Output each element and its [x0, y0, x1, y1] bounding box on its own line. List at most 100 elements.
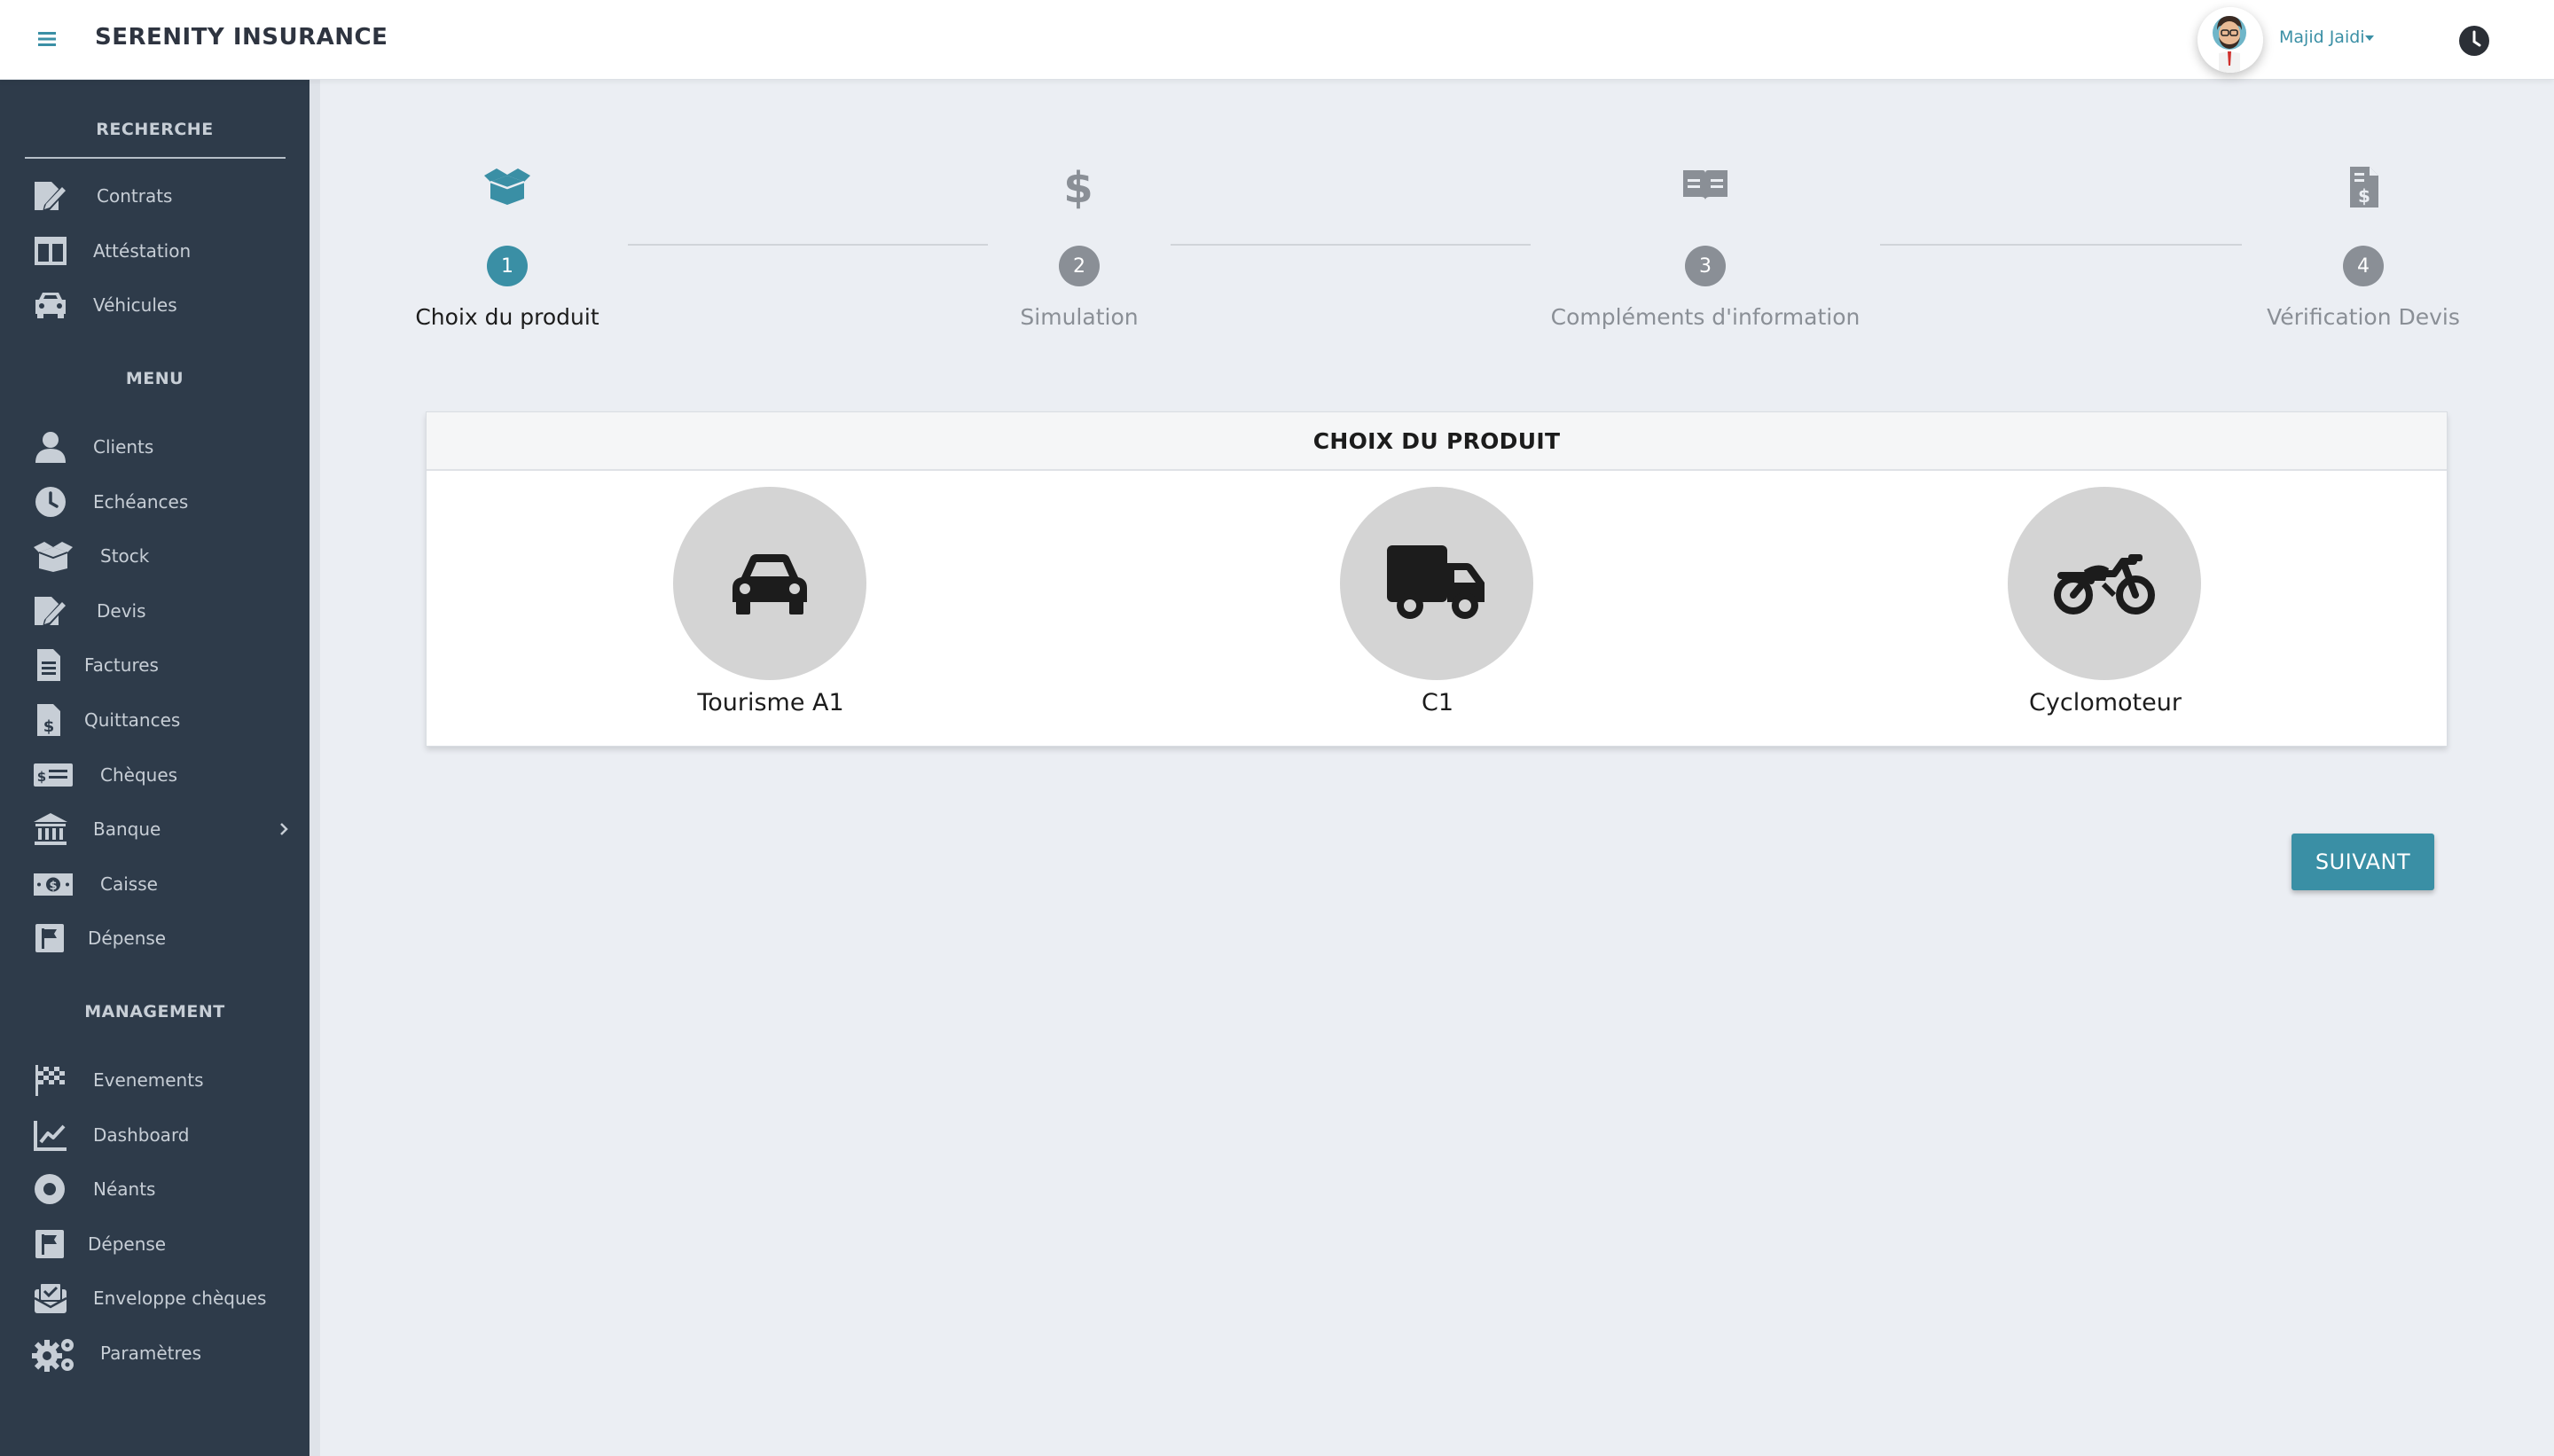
- svg-text:$: $: [43, 717, 55, 736]
- sidebar-item-label: Enveloppe chèques: [93, 1288, 267, 1309]
- box-open-icon: [32, 538, 73, 574]
- sidebar-item-contrats[interactable]: Contrats: [0, 171, 309, 221]
- product-label: Tourisme A1: [697, 689, 844, 716]
- car-icon: [733, 554, 807, 614]
- sidebar-item-label: Caisse: [100, 873, 158, 895]
- sidebar-item-label: Banque: [93, 818, 161, 840]
- sidebar-item-clients[interactable]: Clients: [0, 422, 309, 472]
- open-book-icon: [1681, 168, 1729, 204]
- step-connector: [1171, 244, 1531, 246]
- user-avatar[interactable]: [2198, 7, 2263, 73]
- envelope-check-icon: [32, 1280, 69, 1316]
- step-label-2[interactable]: Simulation: [1020, 304, 1138, 330]
- sidebar-item-neants[interactable]: Néants: [0, 1164, 309, 1214]
- menu-icon[interactable]: [35, 27, 59, 51]
- next-button[interactable]: SUIVANT: [2292, 834, 2434, 890]
- sidebar-item-depense[interactable]: Dépense: [0, 913, 309, 963]
- dollar-icon: $: [1064, 163, 1093, 209]
- sidebar-item-label: Quittances: [84, 709, 181, 731]
- sidebar-item-label: Dashboard: [93, 1124, 190, 1146]
- sidebar-edge: [309, 80, 320, 1456]
- sidebar-item-evenements[interactable]: Evenements: [0, 1055, 309, 1105]
- flag-icon: [32, 1226, 69, 1262]
- sidebar-item-devis[interactable]: Devis: [0, 586, 309, 636]
- edit-document-icon: [32, 593, 69, 629]
- clock-icon[interactable]: [2458, 25, 2490, 57]
- card-title: CHOIX DU PRODUIT: [427, 412, 2447, 471]
- sidebar-divider: [25, 157, 286, 159]
- gears-icon: [32, 1335, 74, 1372]
- money-bill-icon: $: [32, 866, 73, 902]
- step-number-4[interactable]: 4: [2343, 246, 2384, 286]
- sidebar-item-label: Factures: [84, 654, 159, 676]
- product-option-c1[interactable]: C1: [1340, 487, 1535, 716]
- checkered-flag-icon: [32, 1062, 69, 1098]
- truck-icon: [1387, 545, 1485, 619]
- sidebar-item-dashboard[interactable]: Dashboard: [0, 1110, 309, 1160]
- sidebar-section-recherche: RECHERCHE: [96, 120, 214, 139]
- sidebar-item-label: Stock: [100, 545, 150, 567]
- svg-text:$: $: [37, 769, 46, 785]
- sidebar-item-label: Véhicules: [93, 294, 177, 316]
- sidebar-item-depense-management[interactable]: Dépense: [0, 1219, 309, 1269]
- record-icon: [32, 1171, 69, 1207]
- bank-icon: [32, 811, 69, 847]
- product-option-tourisme-a1[interactable]: Tourisme A1: [673, 487, 868, 716]
- step-number-3[interactable]: 3: [1685, 246, 1726, 286]
- sidebar-section-menu: MENU: [125, 369, 184, 388]
- step-label-4[interactable]: Vérification Devis: [2267, 304, 2460, 330]
- step-connector: [628, 244, 988, 246]
- money-check-icon: $: [32, 757, 73, 793]
- sidebar-item-label: Néants: [93, 1178, 156, 1200]
- top-bar: SERENITY INSURANCE Majid Jaidi: [0, 0, 2554, 80]
- sidebar-item-factures[interactable]: Factures: [0, 640, 309, 690]
- sidebar-item-label: Dépense: [88, 928, 167, 949]
- product-choice-card: CHOIX DU PRODUIT Tourisme A1 C1 Cyclomot…: [426, 411, 2448, 747]
- product-icon-circle[interactable]: [673, 487, 866, 680]
- sidebar-item-label: Echéances: [93, 491, 189, 513]
- sidebar-item-label: Attéstation: [93, 240, 192, 262]
- svg-text:$: $: [49, 880, 57, 893]
- clock-icon: [32, 484, 69, 520]
- sidebar-item-label: Dépense: [88, 1233, 167, 1255]
- sidebar-item-echeances[interactable]: Echéances: [0, 477, 309, 527]
- step-number-2[interactable]: 2: [1059, 246, 1100, 286]
- sidebar-item-label: Evenements: [93, 1069, 204, 1091]
- file-dollar-icon: $: [32, 702, 69, 738]
- sidebar: RECHERCHE Contrats Attéstation Véhicules…: [0, 80, 309, 1456]
- flag-icon: [32, 920, 69, 956]
- product-label: Cyclomoteur: [2029, 689, 2182, 716]
- product-label: C1: [1421, 689, 1454, 716]
- product-icon-circle[interactable]: [1340, 487, 1533, 680]
- sidebar-item-caisse[interactable]: $ Caisse: [0, 859, 309, 909]
- sidebar-item-quittances[interactable]: $ Quittances: [0, 695, 309, 745]
- sidebar-item-label: Contrats: [97, 185, 173, 207]
- chevron-down-icon[interactable]: [2365, 35, 2374, 41]
- sidebar-item-attestation[interactable]: Attéstation: [0, 226, 309, 276]
- svg-text:$: $: [1064, 163, 1093, 209]
- motorcycle-icon: [2054, 554, 2155, 614]
- step-label-1[interactable]: Choix du produit: [415, 304, 599, 330]
- sidebar-item-banque[interactable]: Banque: [0, 804, 309, 854]
- svg-text:$: $: [2358, 185, 2370, 207]
- product-icon-circle[interactable]: [2008, 487, 2201, 680]
- sidebar-item-stock[interactable]: Stock: [0, 531, 309, 581]
- app-brand: SERENITY INSURANCE: [95, 24, 388, 51]
- user-icon: [32, 429, 69, 465]
- sidebar-item-label: Devis: [97, 600, 146, 622]
- product-option-cyclomoteur[interactable]: Cyclomoteur: [2008, 487, 2203, 716]
- sidebar-item-parametres[interactable]: Paramètres: [0, 1328, 309, 1378]
- file-invoice-dollar-icon: $: [2348, 165, 2380, 209]
- chevron-right-icon[interactable]: [277, 820, 291, 838]
- sidebar-item-label: Paramètres: [100, 1342, 202, 1364]
- sidebar-item-enveloppe-cheques[interactable]: Enveloppe chèques: [0, 1273, 309, 1323]
- sidebar-item-cheques[interactable]: $ Chèques: [0, 750, 309, 800]
- box-open-icon: [482, 165, 532, 206]
- sidebar-item-vehicules[interactable]: Véhicules: [0, 280, 309, 330]
- user-menu[interactable]: Majid Jaidi: [2279, 27, 2365, 47]
- columns-icon: [32, 233, 69, 269]
- step-connector: [1880, 244, 2242, 246]
- chart-line-icon: [32, 1117, 69, 1153]
- step-number-1[interactable]: 1: [487, 246, 528, 286]
- step-label-3[interactable]: Compléments d'information: [1551, 304, 1861, 330]
